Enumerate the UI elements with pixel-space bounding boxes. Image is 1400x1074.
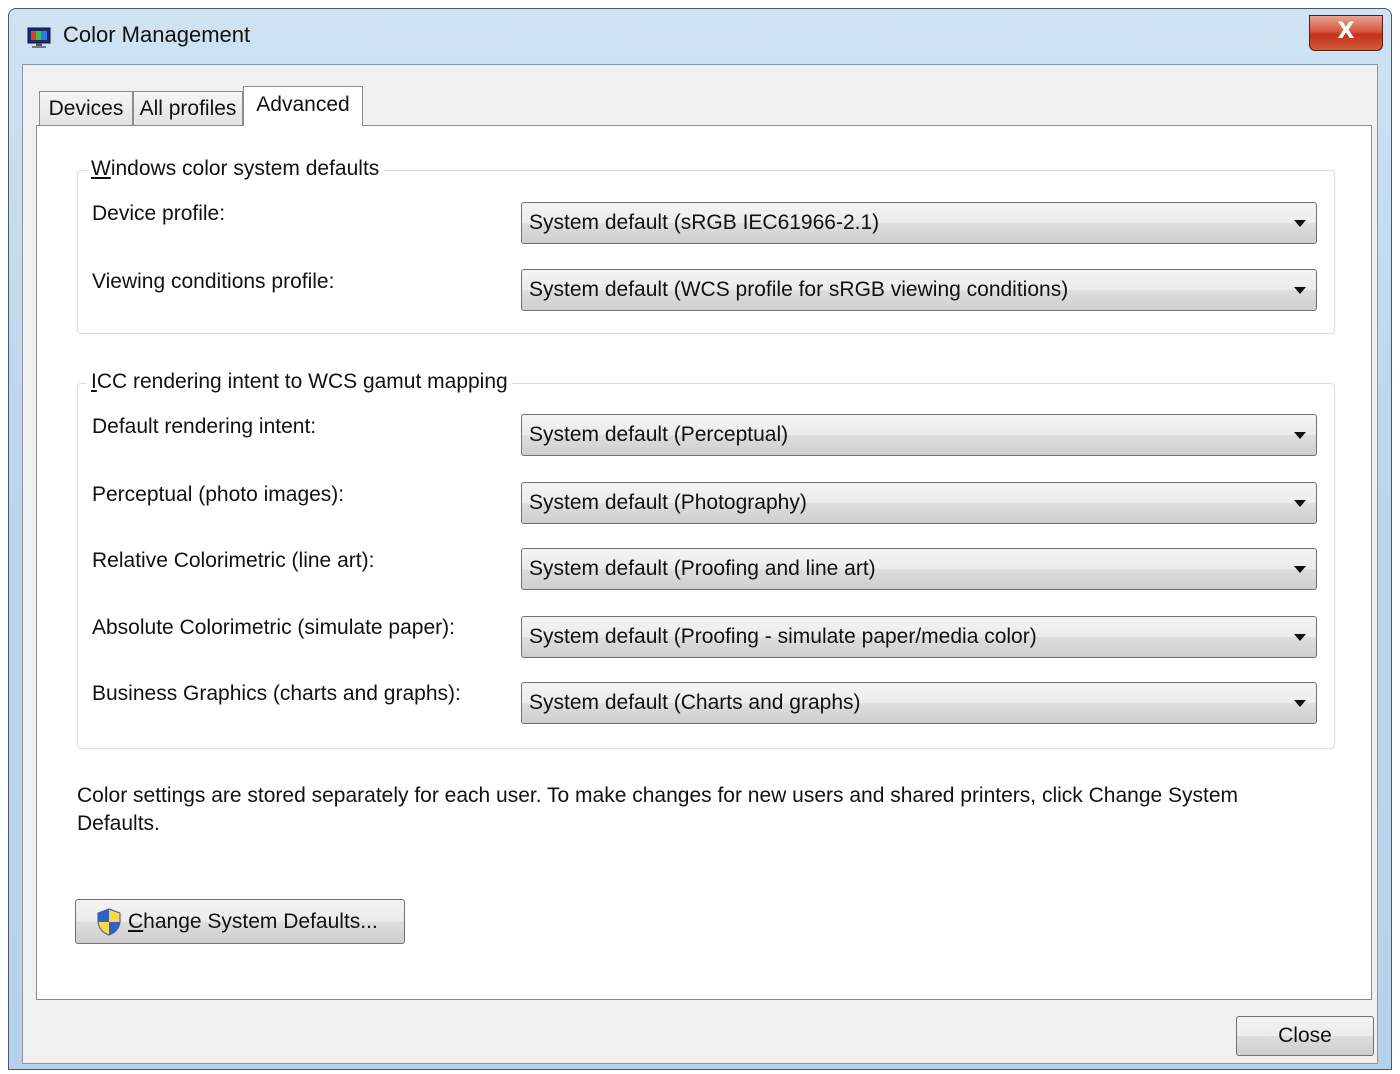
change-system-defaults-button[interactable]: Change System Defaults...	[75, 899, 405, 944]
title-rest: CC rendering intent to WCS gamut mapping	[96, 370, 508, 393]
chevron-down-icon	[1294, 287, 1306, 294]
close-icon: X	[1337, 19, 1355, 44]
settings-note: Color settings are stored separately for…	[77, 784, 1239, 835]
title-mnemonic: W	[91, 157, 111, 180]
close-button[interactable]: Close	[1236, 1016, 1374, 1056]
button-mnemonic: C	[128, 910, 144, 933]
chevron-down-icon	[1294, 634, 1306, 641]
dropdown-value: System default (Photography)	[529, 491, 807, 514]
chevron-down-icon	[1294, 220, 1306, 227]
tab-devices[interactable]: Devices	[39, 91, 133, 125]
change-defaults-label: Change System Defaults...	[128, 910, 378, 934]
viewing-conditions-label: Viewing conditions profile:	[92, 270, 335, 293]
device-profile-label: Device profile:	[92, 202, 226, 225]
wcs-defaults-group-title: Windows color system defaults	[87, 157, 384, 181]
advanced-tab-panel: Windows color system defaults Device pro…	[36, 125, 1372, 1000]
dropdown-value: System default (Perceptual)	[529, 423, 789, 446]
chevron-down-icon	[1294, 566, 1306, 573]
chevron-down-icon	[1294, 500, 1306, 507]
uac-shield-icon	[97, 908, 121, 936]
tab-label: Devices	[48, 97, 124, 120]
default-intent-dropdown[interactable]: System default (Perceptual)	[521, 414, 1317, 456]
tab-all-profiles[interactable]: All profiles	[133, 91, 243, 125]
button-label-rest: hange System Defaults...	[143, 910, 378, 933]
window-close-button[interactable]: X	[1309, 15, 1383, 51]
title-bar[interactable]: Color Management X	[9, 9, 1391, 65]
perceptual-dropdown[interactable]: System default (Photography)	[521, 482, 1317, 524]
viewing-conditions-dropdown[interactable]: System default (WCS profile for sRGB vie…	[521, 269, 1317, 311]
icc-mapping-group-title: ICC rendering intent to WCS gamut mappin…	[87, 370, 512, 394]
tab-advanced[interactable]: Advanced	[243, 86, 363, 126]
absolute-colorimetric-label: Absolute Colorimetric (simulate paper):	[92, 616, 455, 639]
absolute-colorimetric-dropdown[interactable]: System default (Proofing - simulate pape…	[521, 616, 1317, 658]
title-rest: indows color system defaults	[110, 157, 380, 180]
chevron-down-icon	[1294, 700, 1306, 707]
business-graphics-dropdown[interactable]: System default (Charts and graphs)	[521, 682, 1317, 724]
dropdown-value: System default (Proofing - simulate pape…	[529, 625, 1037, 648]
tab-label: Advanced	[256, 93, 350, 116]
relative-colorimetric-label: Relative Colorimetric (line art):	[92, 549, 375, 572]
default-intent-label: Default rendering intent:	[92, 415, 317, 438]
dropdown-value: System default (sRGB IEC61966-2.1)	[529, 211, 880, 234]
window-title: Color Management	[63, 22, 251, 47]
chevron-down-icon	[1294, 432, 1306, 439]
color-management-window: Color Management X Devices All profiles …	[8, 8, 1392, 1070]
dropdown-value: System default (WCS profile for sRGB vie…	[529, 278, 1069, 301]
dialog-client-area: Devices All profiles Advanced Windows co…	[22, 64, 1378, 1064]
tab-label: All profiles	[139, 97, 237, 120]
close-button-label: Close	[1278, 1024, 1332, 1047]
perceptual-label: Perceptual (photo images):	[92, 483, 345, 506]
business-graphics-label: Business Graphics (charts and graphs):	[92, 682, 461, 705]
relative-colorimetric-dropdown[interactable]: System default (Proofing and line art)	[521, 548, 1317, 590]
device-profile-dropdown[interactable]: System default (sRGB IEC61966-2.1)	[521, 202, 1317, 244]
dropdown-value: System default (Charts and graphs)	[529, 691, 861, 714]
monitor-color-icon	[27, 27, 51, 48]
dropdown-value: System default (Proofing and line art)	[529, 557, 876, 580]
